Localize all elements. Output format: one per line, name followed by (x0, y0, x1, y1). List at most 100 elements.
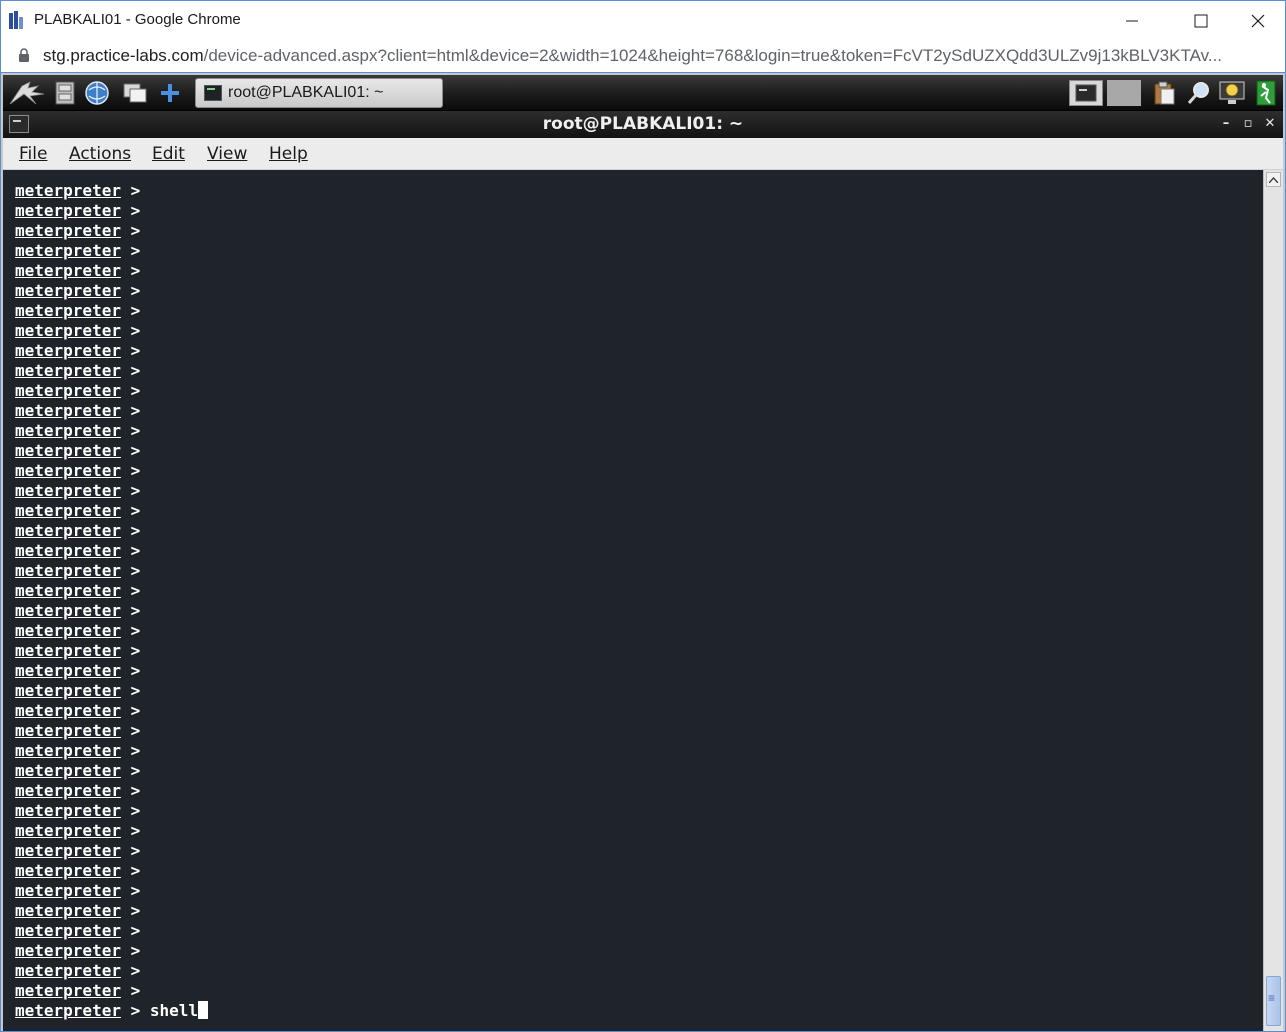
terminal-line: meterpreter > (15, 181, 208, 201)
file-manager-launcher[interactable] (53, 79, 77, 107)
terminal-line: meterpreter > (15, 621, 208, 641)
terminal-line: meterpreter > (15, 881, 208, 901)
terminal-lines: meterpreter > meterpreter > meterpreter … (15, 181, 209, 1021)
terminal-line: meterpreter > (15, 781, 208, 801)
terminal-line: meterpreter > (15, 221, 208, 241)
meterpreter-prompt: meterpreter (15, 281, 121, 300)
prompt-symbol: > (120, 761, 150, 780)
search-button[interactable] (1185, 79, 1213, 107)
maximize-icon (1194, 14, 1208, 28)
workspace-2-button[interactable] (1107, 80, 1141, 106)
prompt-symbol: > (120, 261, 150, 280)
url-path: /device-advanced.aspx?client=html&device… (203, 46, 1223, 65)
scroll-up-button[interactable] (1266, 172, 1281, 187)
terminal-line: meterpreter > (15, 481, 208, 501)
meterpreter-prompt: meterpreter (15, 641, 121, 660)
terminal-maximize-button[interactable]: ▫ (1239, 115, 1257, 133)
terminal-line: meterpreter > (15, 441, 208, 461)
terminal-line: meterpreter > (15, 981, 208, 1001)
terminal-menu-bar: File Actions Edit View Help (3, 138, 1283, 170)
meterpreter-prompt: meterpreter (15, 481, 121, 500)
prompt-symbol: > (120, 281, 150, 300)
menu-edit[interactable]: Edit (152, 144, 185, 164)
meterpreter-prompt: meterpreter (15, 221, 121, 240)
clipboard-button[interactable] (1149, 79, 1179, 107)
terminal-output[interactable]: meterpreter > meterpreter > meterpreter … (3, 170, 1263, 1031)
maximize-button[interactable] (1178, 5, 1224, 37)
terminal-line: meterpreter > (15, 541, 208, 561)
menu-help[interactable]: Help (269, 144, 308, 164)
prompt-symbol: > (120, 861, 150, 880)
workspace-1-button[interactable] (1069, 80, 1103, 106)
taskbar-terminal-button[interactable]: root@PLABKALI01: ~ (195, 78, 443, 108)
globe-icon (85, 81, 109, 105)
terminal-line: meterpreter > (15, 961, 208, 981)
terminal-line: meterpreter > (15, 601, 208, 621)
terminal-line: meterpreter > (15, 241, 208, 261)
prompt-symbol: > (120, 621, 150, 640)
terminal-line: meterpreter > (15, 321, 208, 341)
meterpreter-prompt: meterpreter (15, 981, 121, 1000)
add-launcher-button[interactable] (157, 79, 183, 107)
terminal-minimize-button[interactable]: – (1217, 115, 1235, 133)
system-monitor-button[interactable] (1217, 79, 1247, 107)
terminal-line: meterpreter > (15, 261, 208, 281)
terminal-line: meterpreter > (15, 281, 208, 301)
meterpreter-prompt: meterpreter (15, 581, 121, 600)
terminal-line: meterpreter > (15, 361, 208, 381)
terminal-scrollbar[interactable] (1263, 170, 1283, 1031)
current-command: shell (149, 1001, 199, 1020)
address-bar[interactable]: stg.practice-labs.com/device-advanced.as… (0, 40, 1286, 72)
terminal-line: meterpreter > (15, 461, 208, 481)
show-desktop-launcher[interactable] (121, 79, 149, 107)
prompt-symbol: > (120, 321, 150, 340)
kali-menu-button[interactable] (7, 79, 47, 107)
meterpreter-prompt: meterpreter (15, 561, 121, 580)
terminal-line: meterpreter > (15, 701, 208, 721)
meterpreter-prompt: meterpreter (15, 421, 121, 440)
prompt-symbol: > (120, 301, 150, 320)
meterpreter-prompt: meterpreter (15, 1001, 121, 1020)
meterpreter-prompt: meterpreter (15, 841, 121, 860)
scroll-thumb[interactable] (1266, 976, 1281, 1026)
meterpreter-prompt: meterpreter (15, 701, 121, 720)
terminal-line: meterpreter > (15, 841, 208, 861)
terminal-title-bar[interactable]: root@PLABKALI01: ~ – ▫ ✕ (3, 111, 1283, 138)
logout-button[interactable] (1253, 79, 1279, 107)
prompt-symbol: > (120, 841, 150, 860)
meterpreter-prompt: meterpreter (15, 661, 121, 680)
meterpreter-prompt: meterpreter (15, 241, 121, 260)
prompt-symbol: > (120, 241, 150, 260)
taskbar-terminal-label: root@PLABKALI01: ~ (228, 84, 384, 101)
lock-icon (19, 48, 29, 62)
terminal-line: meterpreter > (15, 801, 208, 821)
remote-desktop[interactable]: root@PLABKALI01: ~ root@PLABKALI01: ~ – … (0, 72, 1286, 1032)
menu-actions-label: Actions (69, 144, 132, 164)
terminal-line: meterpreter > (15, 201, 208, 221)
url-text[interactable]: stg.practice-labs.com/device-advanced.as… (43, 46, 1263, 66)
prompt-symbol: > (120, 601, 150, 620)
close-button[interactable] (1235, 5, 1281, 37)
menu-file[interactable]: File (19, 144, 47, 164)
minimize-button[interactable] (1109, 5, 1155, 37)
terminal-line: meterpreter > shell (15, 1001, 209, 1021)
clipboard-icon (1154, 81, 1175, 105)
terminal-close-button[interactable]: ✕ (1261, 115, 1279, 133)
prompt-symbol: > (120, 541, 150, 560)
kali-top-panel: root@PLABKALI01: ~ (3, 75, 1283, 111)
prompt-symbol: > (120, 481, 150, 500)
terminal-line: meterpreter > (15, 661, 208, 681)
meterpreter-prompt: meterpreter (15, 781, 121, 800)
meterpreter-prompt: meterpreter (15, 721, 121, 740)
browser-window-title: PLABKALI01 - Google Chrome (34, 11, 241, 28)
meterpreter-prompt: meterpreter (15, 901, 121, 920)
menu-view-label: View (207, 144, 248, 164)
terminal-line: meterpreter > (15, 861, 208, 881)
terminal-line: meterpreter > (15, 721, 208, 741)
terminal-line: meterpreter > (15, 741, 208, 761)
web-browser-launcher[interactable] (83, 79, 111, 107)
prompt-symbol: > (120, 881, 150, 900)
menu-actions[interactable]: Actions (69, 144, 131, 164)
menu-view[interactable]: View (207, 144, 247, 164)
prompt-symbol: > (120, 921, 150, 940)
